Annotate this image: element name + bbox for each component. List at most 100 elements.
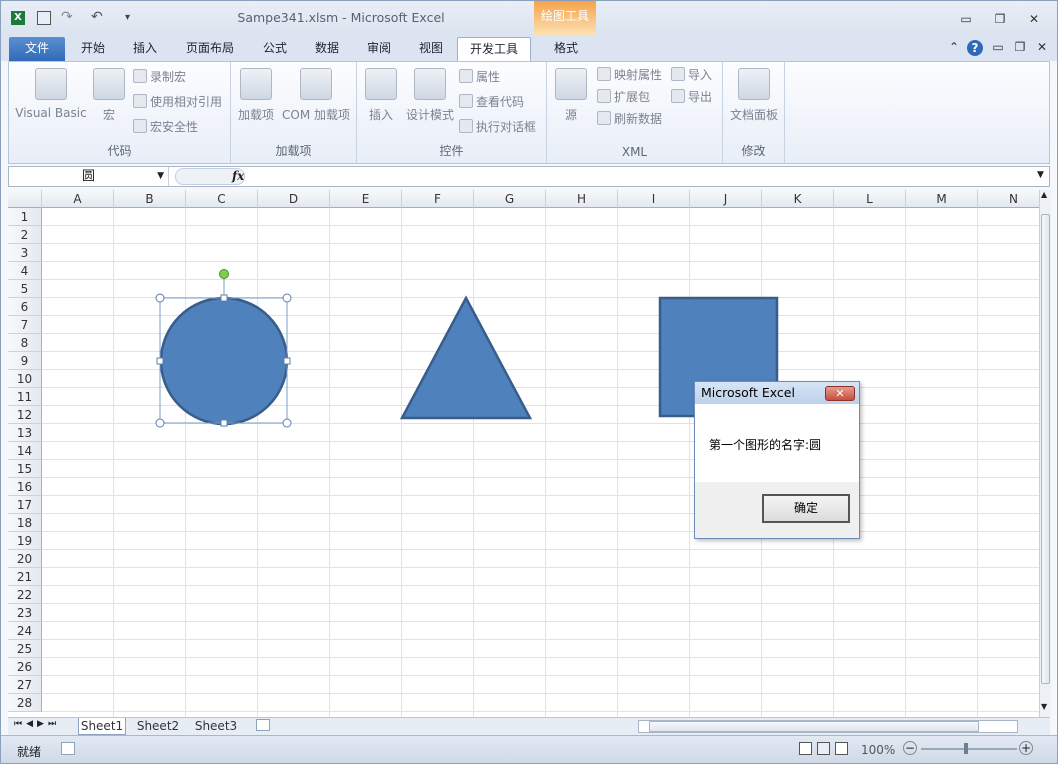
group-xml: 源 映射属性 扩展包 刷新数据 导入 导出 XML [547,62,723,163]
close-icon[interactable]: ✕ [1027,13,1041,25]
document-panel-button[interactable]: 文档面板 [725,68,783,123]
doc-close-icon[interactable]: ✕ [1035,41,1049,53]
run-dialog-icon [459,119,473,133]
formula-controls: fx [175,168,245,185]
formula-input[interactable] [249,167,1039,186]
resize-handle[interactable] [282,293,292,303]
properties-icon [459,69,473,83]
ribbon: Visual Basic 宏 录制宏 使用相对引用 宏安全性 代码 加载项 CO… [8,61,1050,164]
document-panel-icon [738,68,770,100]
minimize-icon[interactable]: ▭ [959,13,973,25]
macro-security-button[interactable]: 宏安全性 [133,118,198,136]
worksheet-grid[interactable]: ABCDEFGHIJKLMN 1 2 3 4 5 6 7 8 9 10 11 12 13 14 15 16 17… [8,190,1039,717]
gear-icon [240,68,272,100]
xml-source-button[interactable]: 源 [551,68,591,123]
scroll-down-icon[interactable]: ▼ [1041,702,1047,711]
import-button[interactable]: 导入 [671,66,712,84]
name-box-dropdown-icon[interactable]: ▼ [157,167,164,186]
record-macro-icon [133,69,147,83]
restore-icon[interactable]: ❐ [993,13,1007,25]
sheet-tab-3[interactable]: Sheet3 [190,718,242,735]
message-box: Microsoft Excel ✕ 第一个图形的名字:圆 确定 [694,381,860,539]
zoom-slider[interactable] [921,748,1017,750]
vertical-scroll-thumb[interactable] [1041,214,1050,684]
visual-basic-button[interactable]: Visual Basic [13,68,89,120]
zoom-slider-thumb[interactable] [964,743,968,754]
dialog-close-icon[interactable]: ✕ [825,386,855,401]
tab-view[interactable]: 视图 [409,37,453,61]
run-dialog-button[interactable]: 执行对话框 [459,118,536,136]
ok-button[interactable]: 确定 [762,494,850,523]
record-macro-button[interactable]: 录制宏 [133,68,186,86]
relative-reference-button[interactable]: 使用相对引用 [133,93,222,111]
tab-review[interactable]: 审阅 [357,37,401,61]
expansion-pack-button[interactable]: 扩展包 [597,88,650,106]
group-code: Visual Basic 宏 录制宏 使用相对引用 宏安全性 代码 [9,62,231,163]
map-properties-button[interactable]: 映射属性 [597,66,662,84]
zoom-in-icon[interactable]: + [1019,741,1033,755]
zoom-out-icon[interactable]: − [903,741,917,755]
macro-record-icon[interactable] [61,742,75,755]
resize-handle[interactable] [220,419,228,427]
rotation-handle[interactable] [219,269,229,279]
tab-page-layout[interactable]: 页面布局 [175,37,245,61]
refresh-data-button[interactable]: 刷新数据 [597,110,662,128]
tab-insert[interactable]: 插入 [123,37,167,61]
relative-reference-icon [133,94,147,108]
zoom-level[interactable]: 100% [861,743,895,757]
expansion-pack-icon [597,89,611,103]
properties-button[interactable]: 属性 [459,68,500,86]
group-modify: 文档面板 修改 [723,62,785,163]
normal-view-icon[interactable] [799,742,812,755]
warning-icon [133,119,147,133]
addins-button[interactable]: 加载项 [235,68,277,123]
doc-minimize-icon[interactable]: ▭ [991,41,1005,53]
resize-handle[interactable] [283,357,291,365]
insert-sheet-icon[interactable] [256,719,270,731]
group-controls: 插入 设计模式 属性 查看代码 执行对话框 控件 [357,62,547,163]
sheet-tab-1[interactable]: Sheet1 [78,718,126,735]
macros-button[interactable]: 宏 [91,68,127,123]
resize-handle[interactable] [220,294,228,302]
status-bar: 就绪 100% − + [1,735,1057,763]
insert-function-icon[interactable]: fx [232,169,244,183]
tab-data[interactable]: 数据 [305,37,349,61]
scroll-up-icon[interactable]: ▲ [1041,190,1047,199]
expand-formula-bar-icon[interactable]: ▼ [1037,170,1044,180]
tab-formulas[interactable]: 公式 [253,37,297,61]
name-box[interactable]: 圆 ▼ [9,167,169,186]
tab-file[interactable]: 文件 [9,37,65,61]
tab-home[interactable]: 开始 [71,37,115,61]
page-break-view-icon[interactable] [835,742,848,755]
horizontal-scroll-thumb[interactable] [649,721,979,732]
help-icon[interactable]: ? [967,40,983,56]
tab-developer[interactable]: 开发工具 [457,37,531,61]
group-label-modify: 修改 [741,144,766,158]
group-label-xml: XML [621,145,648,159]
export-button[interactable]: 导出 [671,88,712,106]
resize-handle[interactable] [156,357,164,365]
vertical-scrollbar[interactable]: ▲ ▼ [1039,190,1051,717]
horizontal-scrollbar[interactable] [638,720,1018,733]
sheet-nav-icon[interactable]: ⏮◀▶⏭ [14,719,60,729]
sheet-tab-2[interactable]: Sheet2 [132,718,184,735]
shapes-layer [155,269,779,428]
resize-handle[interactable] [282,418,292,428]
com-addins-button[interactable]: COM 加载项 [279,68,353,123]
collapse-ribbon-icon[interactable]: ⌃ [947,41,961,53]
sheet-tabs-bar: ⏮◀▶⏭ Sheet1 Sheet2 Sheet3 [8,717,1050,735]
insert-control-button[interactable]: 插入 [361,68,401,123]
doc-restore-icon[interactable]: ❐ [1013,41,1027,53]
import-icon [671,67,685,81]
resize-handle[interactable] [155,293,165,303]
tab-format[interactable]: 格式 [539,37,593,61]
circle-shape[interactable] [159,296,289,426]
map-properties-icon [597,67,611,81]
formula-bar: 圆 ▼ fx ▼ [8,166,1050,187]
view-code-button[interactable]: 查看代码 [459,93,524,111]
page-layout-view-icon[interactable] [817,742,830,755]
triangle-shape[interactable] [399,295,533,420]
design-mode-button[interactable]: 设计模式 [403,68,457,123]
resize-handle[interactable] [155,418,165,428]
dialog-message: 第一个图形的名字:圆 [709,438,822,452]
